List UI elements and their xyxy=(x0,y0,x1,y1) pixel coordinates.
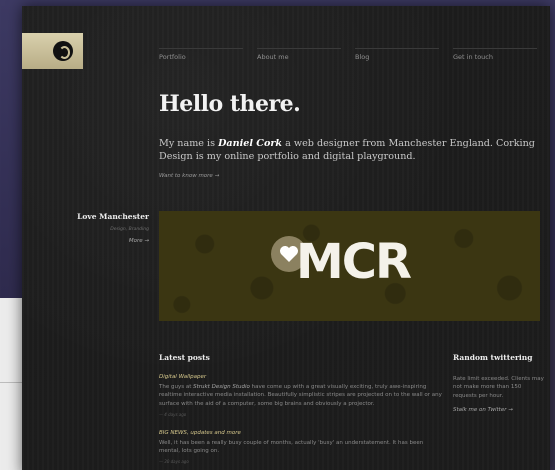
website-frame: Portfolio About me Blog Get in touch Hel… xyxy=(22,6,550,470)
nav-item-about[interactable]: About me xyxy=(257,48,355,66)
logo-mark-icon xyxy=(53,41,73,61)
main-nav: Portfolio About me Blog Get in touch xyxy=(159,48,540,66)
project-title: Love Manchester xyxy=(77,212,149,221)
hero-intro: My name is Daniel Cork a web designer fr… xyxy=(159,138,539,164)
post-excerpt-emphasis: Strukt Design Studio xyxy=(193,384,250,390)
site-logo[interactable] xyxy=(22,33,83,69)
post-excerpt-prefix: The guys at xyxy=(159,384,194,390)
post-title[interactable]: BIG NEWS, updates and more xyxy=(159,430,241,436)
nav-item-portfolio[interactable]: Portfolio xyxy=(159,48,257,66)
project-meta: Design, Branding xyxy=(110,227,149,232)
hero-intro-prefix: My name is xyxy=(159,138,219,149)
post-date: — 4 days ago xyxy=(159,412,187,417)
know-more-link[interactable]: Want to know more → xyxy=(159,173,219,179)
nav-item-contact[interactable]: Get in touch xyxy=(453,48,537,66)
nav-item-blog[interactable]: Blog xyxy=(355,48,453,66)
post-title[interactable]: Digital Wallpaper xyxy=(159,374,206,380)
post-excerpt: The guys at Strukt Design Studio have co… xyxy=(159,383,442,408)
banner-wordmark: MCR xyxy=(296,234,412,290)
post-excerpt: Well, it has been a really busy couple o… xyxy=(159,440,424,455)
latest-posts-heading: Latest posts xyxy=(159,353,210,362)
twitter-heading: Random twittering xyxy=(453,353,533,362)
hero-title: Hello there. xyxy=(159,91,301,117)
project-banner[interactable]: MCR xyxy=(159,211,540,321)
twitter-status: Rate limit exceeded. Clients may not mak… xyxy=(453,376,544,399)
hero-intro-name: Daniel Cork xyxy=(218,138,283,149)
twitter-link[interactable]: Stalk me on Twitter → xyxy=(453,407,513,413)
post-date: — 30 days ago xyxy=(159,459,189,464)
project-more-link[interactable]: More → xyxy=(129,238,149,244)
